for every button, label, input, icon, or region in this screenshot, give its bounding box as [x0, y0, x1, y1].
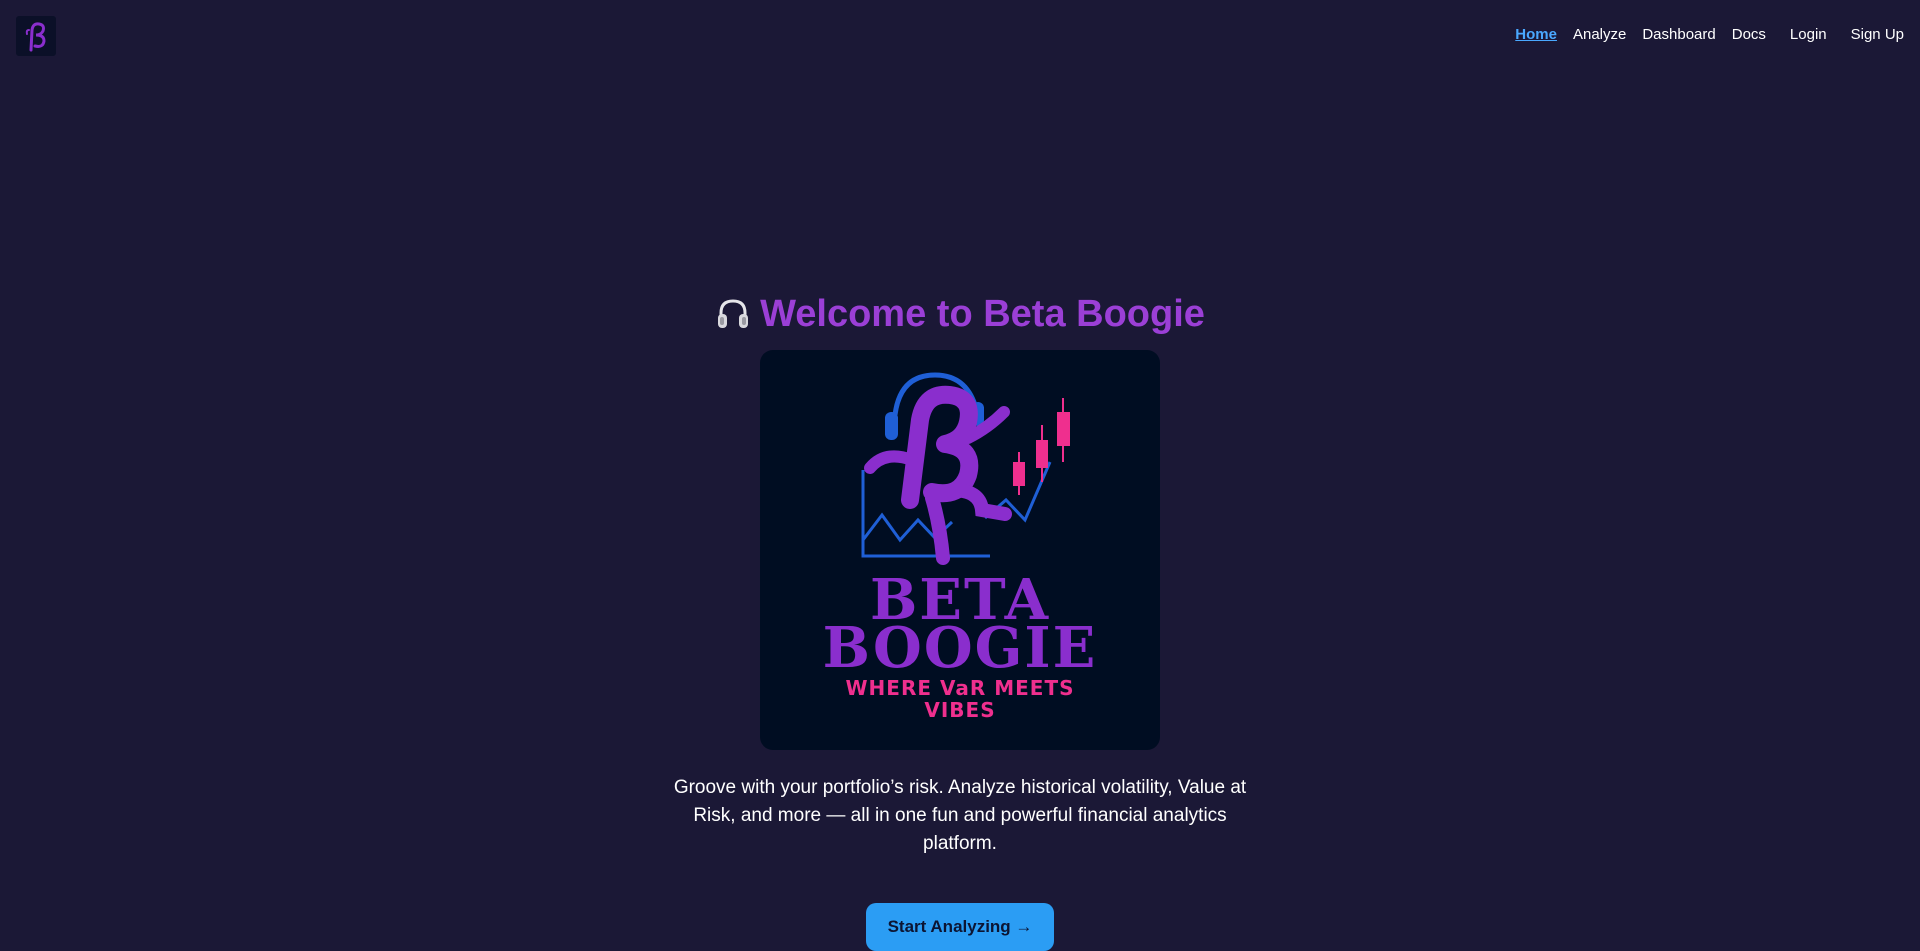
headphone-icon: [718, 299, 749, 328]
beta-logo-icon[interactable]: [16, 16, 56, 56]
nav-link-login[interactable]: Login: [1790, 26, 1827, 43]
top-navbar: Home Analyze Dashboard Docs Login Sign U…: [0, 0, 1920, 72]
nav-link-home[interactable]: Home: [1515, 26, 1557, 43]
beta-boogie-logo: BETA BOOGIE WHERE VaR MEETS VIBES: [760, 350, 1160, 750]
logo-tagline-line-2: VIBES: [924, 698, 996, 722]
hero-description: Groove with your portfolio’s risk. Analy…: [673, 777, 1247, 854]
page-title: Welcome to Beta Boogie: [760, 292, 1205, 335]
hero-section: Welcome to Beta Boogie BETA BOOGIE WHERE…: [0, 288, 1920, 951]
nav-link-dashboard[interactable]: Dashboard: [1642, 26, 1715, 43]
main-nav: Home Analyze Dashboard Docs Login Sign U…: [1515, 26, 1904, 43]
nav-link-signup[interactable]: Sign Up: [1851, 26, 1904, 43]
nav-link-docs[interactable]: Docs: [1732, 26, 1766, 43]
start-analyzing-button[interactable]: Start Analyzing →: [866, 903, 1054, 951]
nav-link-analyze[interactable]: Analyze: [1573, 26, 1626, 43]
logo-brand-line-2: BOOGIE: [822, 615, 1098, 681]
hero-title-row: Welcome to Beta Boogie: [715, 288, 1205, 340]
logo-tagline-line-1: WHERE VaR MEETS: [845, 676, 1075, 700]
beta-glyph-icon: [25, 22, 46, 52]
